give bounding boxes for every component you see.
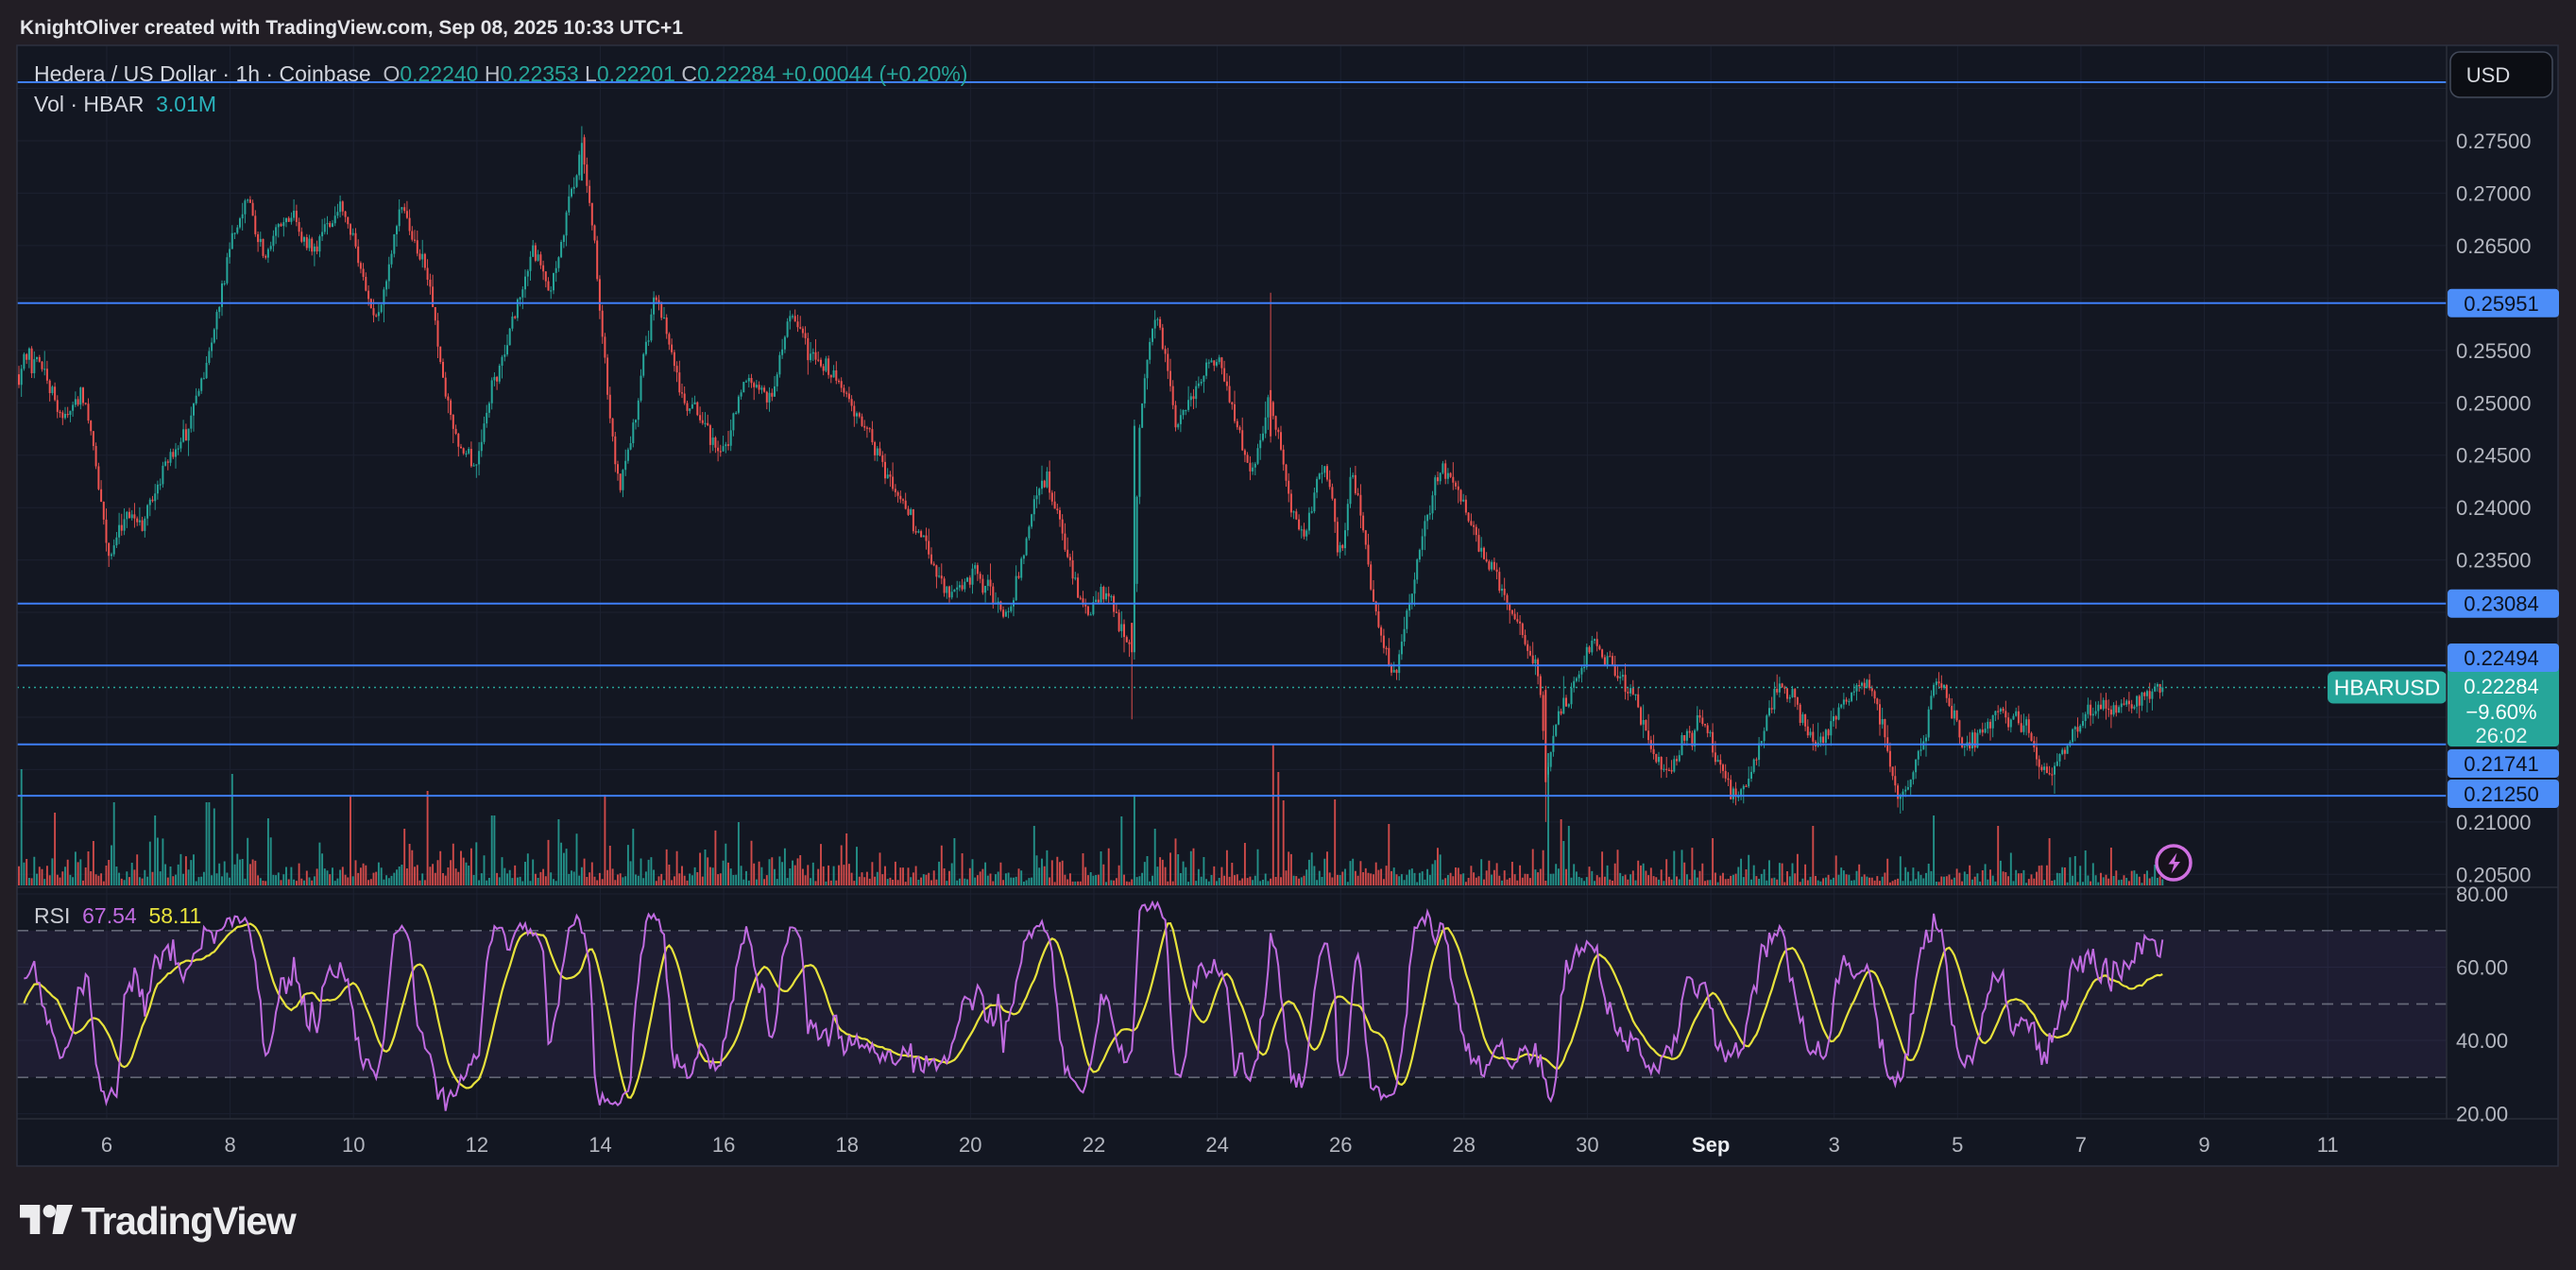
svg-text:USD: USD — [2466, 63, 2510, 87]
svg-text:80.00: 80.00 — [2456, 883, 2508, 906]
svg-text:3: 3 — [1829, 1133, 1840, 1157]
svg-text:0.27000: 0.27000 — [2456, 182, 2532, 206]
svg-text:0.22494: 0.22494 — [2464, 646, 2539, 670]
svg-text:6: 6 — [101, 1133, 112, 1157]
svg-text:Vol · HBAR 3.01M: Vol · HBAR 3.01M — [34, 92, 216, 116]
svg-text:20: 20 — [959, 1133, 981, 1157]
svg-text:HBARUSD: HBARUSD — [2334, 676, 2440, 700]
svg-text:0.21000: 0.21000 — [2456, 811, 2532, 834]
svg-text:22: 22 — [1083, 1133, 1105, 1157]
svg-text:8: 8 — [224, 1133, 235, 1157]
svg-text:26:02: 26:02 — [2475, 724, 2527, 747]
svg-text:14: 14 — [589, 1133, 611, 1157]
svg-text:0.21741: 0.21741 — [2464, 752, 2539, 776]
svg-text:0.23084: 0.23084 — [2464, 592, 2539, 616]
svg-text:0.23500: 0.23500 — [2456, 549, 2532, 573]
svg-text:5: 5 — [1952, 1133, 1963, 1157]
svg-text:20.00: 20.00 — [2456, 1103, 2508, 1126]
svg-text:12: 12 — [466, 1133, 488, 1157]
svg-text:Sep: Sep — [1692, 1133, 1730, 1157]
svg-text:0.27500: 0.27500 — [2456, 129, 2532, 153]
svg-text:−9.60%: −9.60% — [2465, 700, 2536, 724]
svg-text:18: 18 — [835, 1133, 858, 1157]
svg-text:24: 24 — [1205, 1133, 1228, 1157]
svg-text:7: 7 — [2075, 1133, 2087, 1157]
svg-text:30: 30 — [1576, 1133, 1598, 1157]
svg-text:0.24500: 0.24500 — [2456, 444, 2532, 468]
svg-text:16: 16 — [712, 1133, 735, 1157]
svg-text:11: 11 — [2317, 1133, 2339, 1157]
svg-text:28: 28 — [1453, 1133, 1476, 1157]
svg-text:40.00: 40.00 — [2456, 1029, 2508, 1053]
svg-text:0.21250: 0.21250 — [2464, 782, 2539, 806]
svg-text:60.00: 60.00 — [2456, 956, 2508, 980]
svg-text:Hedera / US Dollar · 1h · Coin: Hedera / US Dollar · 1h · Coinbase O0.22… — [34, 61, 967, 86]
svg-text:26: 26 — [1329, 1133, 1352, 1157]
svg-text:0.25000: 0.25000 — [2456, 391, 2532, 415]
svg-text:0.22284: 0.22284 — [2464, 675, 2539, 698]
svg-text:0.25500: 0.25500 — [2456, 339, 2532, 363]
svg-text:0.26500: 0.26500 — [2456, 234, 2532, 258]
svg-text:KnightOliver created with Trad: KnightOliver created with TradingView.co… — [20, 17, 683, 39]
svg-text:TradingView: TradingView — [81, 1199, 297, 1243]
svg-text:RSI 67.54 58.11: RSI 67.54 58.11 — [34, 903, 201, 928]
svg-text:10: 10 — [342, 1133, 365, 1157]
svg-text:0.25951: 0.25951 — [2464, 292, 2539, 316]
svg-text:9: 9 — [2198, 1133, 2209, 1157]
svg-text:0.24000: 0.24000 — [2456, 496, 2532, 520]
